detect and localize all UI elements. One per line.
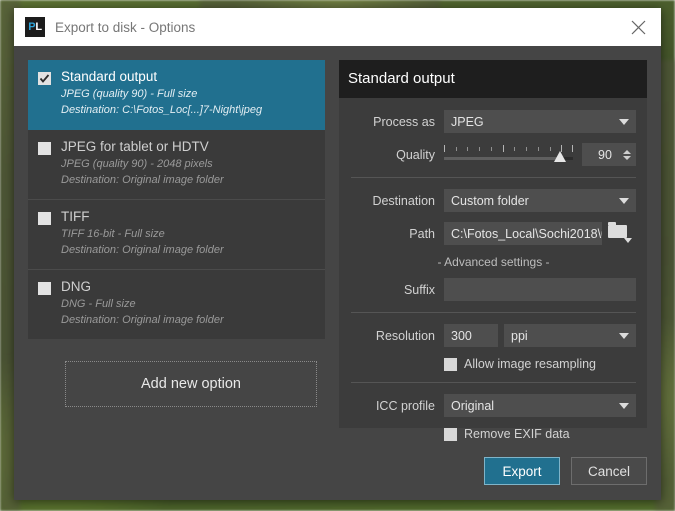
option-item-jpeg-tablet-hdtv[interactable]: JPEG for tablet or HDTV JPEG (quality 90… <box>28 130 325 200</box>
dialog-body: Standard output JPEG (quality 90) - Full… <box>14 46 661 442</box>
export-options-dialog: PL Export to disk - Options Standard out… <box>14 8 661 500</box>
quality-label: Quality <box>396 147 435 162</box>
option-checkbox-jpeg-tablet-hdtv[interactable] <box>38 141 51 155</box>
option-destination-line: Destination: C:\Fotos_Loc[...]7-Night\jp… <box>61 103 263 116</box>
icc-profile-value: Original <box>451 398 495 413</box>
suffix-label: Suffix <box>403 282 435 297</box>
process-as-label: Process as <box>373 114 435 129</box>
dialog-titlebar: PL Export to disk - Options <box>14 8 661 46</box>
destination-value: Custom folder <box>451 193 529 208</box>
app-logo-icon: PL <box>25 17 45 37</box>
option-destination-line: Destination: Original image folder <box>61 313 224 326</box>
resolution-unit-value: ppi <box>511 328 528 343</box>
quality-row: Quality 90 <box>339 143 636 166</box>
option-format-line: JPEG (quality 90) - Full size <box>61 88 198 100</box>
option-title: JPEG for tablet or HDTV <box>61 138 209 154</box>
option-item-dng[interactable]: DNG DNG - Full size Destination: Origina… <box>28 270 325 339</box>
quality-slider[interactable] <box>444 143 574 166</box>
option-item-tiff[interactable]: TIFF TIFF 16-bit - Full size Destination… <box>28 200 325 270</box>
path-row: Path C:\Fotos_Local\Sochi2018\07-I <box>339 222 636 245</box>
export-button[interactable]: Export <box>484 457 560 485</box>
divider <box>351 177 636 178</box>
settings-form: Process as JPEG Quality 90 Destination C… <box>339 98 647 441</box>
divider <box>351 382 636 383</box>
process-as-select[interactable]: JPEG <box>444 110 636 133</box>
chevron-down-icon <box>619 332 629 339</box>
allow-resampling-label: Allow image resampling <box>464 357 597 371</box>
close-icon[interactable] <box>615 8 661 46</box>
allow-resampling-row[interactable]: Allow image resampling <box>444 357 636 371</box>
icc-profile-select[interactable]: Original <box>444 394 636 417</box>
option-format-line: DNG - Full size <box>61 297 136 310</box>
option-checkbox-dng[interactable] <box>38 281 51 295</box>
allow-resampling-checkbox[interactable] <box>444 357 457 371</box>
process-as-row: Process as JPEG <box>339 110 636 133</box>
spinner-arrows-icon[interactable] <box>623 149 631 160</box>
output-options-list: Standard output JPEG (quality 90) - Full… <box>28 60 325 339</box>
chevron-down-icon <box>619 197 629 204</box>
quality-value: 90 <box>598 147 612 162</box>
option-item-standard-output[interactable]: Standard output JPEG (quality 90) - Full… <box>28 60 325 130</box>
add-new-option-button[interactable]: Add new option <box>65 360 317 407</box>
logo-letter-l: L <box>35 21 42 33</box>
advanced-settings-label: - Advanced settings - <box>437 255 550 269</box>
quality-slider-thumb[interactable] <box>554 151 567 162</box>
option-title: DNG <box>61 278 91 294</box>
resolution-input[interactable]: 300 <box>444 324 498 347</box>
remove-exif-row[interactable]: Remove EXIF data <box>444 427 636 441</box>
chevron-down-icon <box>619 118 629 125</box>
dialog-footer: Export Cancel <box>14 442 661 500</box>
option-checkbox-standard-output[interactable] <box>38 72 51 85</box>
resolution-row: Resolution 300 ppi <box>339 324 636 347</box>
option-destination-line: Destination: Original image folder <box>61 173 224 186</box>
options-panel: Standard output JPEG (quality 90) - Full… <box>28 60 325 428</box>
settings-panel: Standard output Process as JPEG Quality <box>339 60 647 441</box>
suffix-input[interactable] <box>444 278 636 301</box>
logo-letter-p: P <box>28 21 36 33</box>
path-input[interactable]: C:\Fotos_Local\Sochi2018\07-I <box>444 222 602 245</box>
cancel-button[interactable]: Cancel <box>571 457 647 485</box>
folder-icon[interactable] <box>608 222 636 245</box>
suffix-row: Suffix <box>339 278 636 301</box>
icc-profile-row: ICC profile Original <box>339 394 636 417</box>
resolution-label: Resolution <box>375 328 435 343</box>
option-checkbox-tiff[interactable] <box>38 211 51 225</box>
destination-select[interactable]: Custom folder <box>444 189 636 212</box>
remove-exif-checkbox[interactable] <box>444 427 457 441</box>
quality-spinner[interactable]: 90 <box>582 143 636 166</box>
icc-profile-label: ICC profile <box>375 398 435 413</box>
destination-row: Destination Custom folder <box>339 189 636 212</box>
chevron-down-icon <box>619 402 629 409</box>
option-destination-line: Destination: Original image folder <box>61 243 224 256</box>
option-title: TIFF <box>61 208 90 224</box>
option-title: Standard output <box>61 69 158 84</box>
settings-panel-title: Standard output <box>339 60 647 98</box>
dialog-title: Export to disk - Options <box>55 19 196 35</box>
option-format-line: TIFF 16-bit - Full size <box>61 227 165 240</box>
process-as-value: JPEG <box>451 114 484 129</box>
resolution-unit-select[interactable]: ppi <box>504 324 636 347</box>
destination-label: Destination <box>372 193 435 208</box>
option-format-line: JPEG (quality 90) - 2048 pixels <box>61 157 213 170</box>
remove-exif-label: Remove EXIF data <box>464 427 570 441</box>
path-label: Path <box>409 226 435 241</box>
divider <box>351 312 636 313</box>
